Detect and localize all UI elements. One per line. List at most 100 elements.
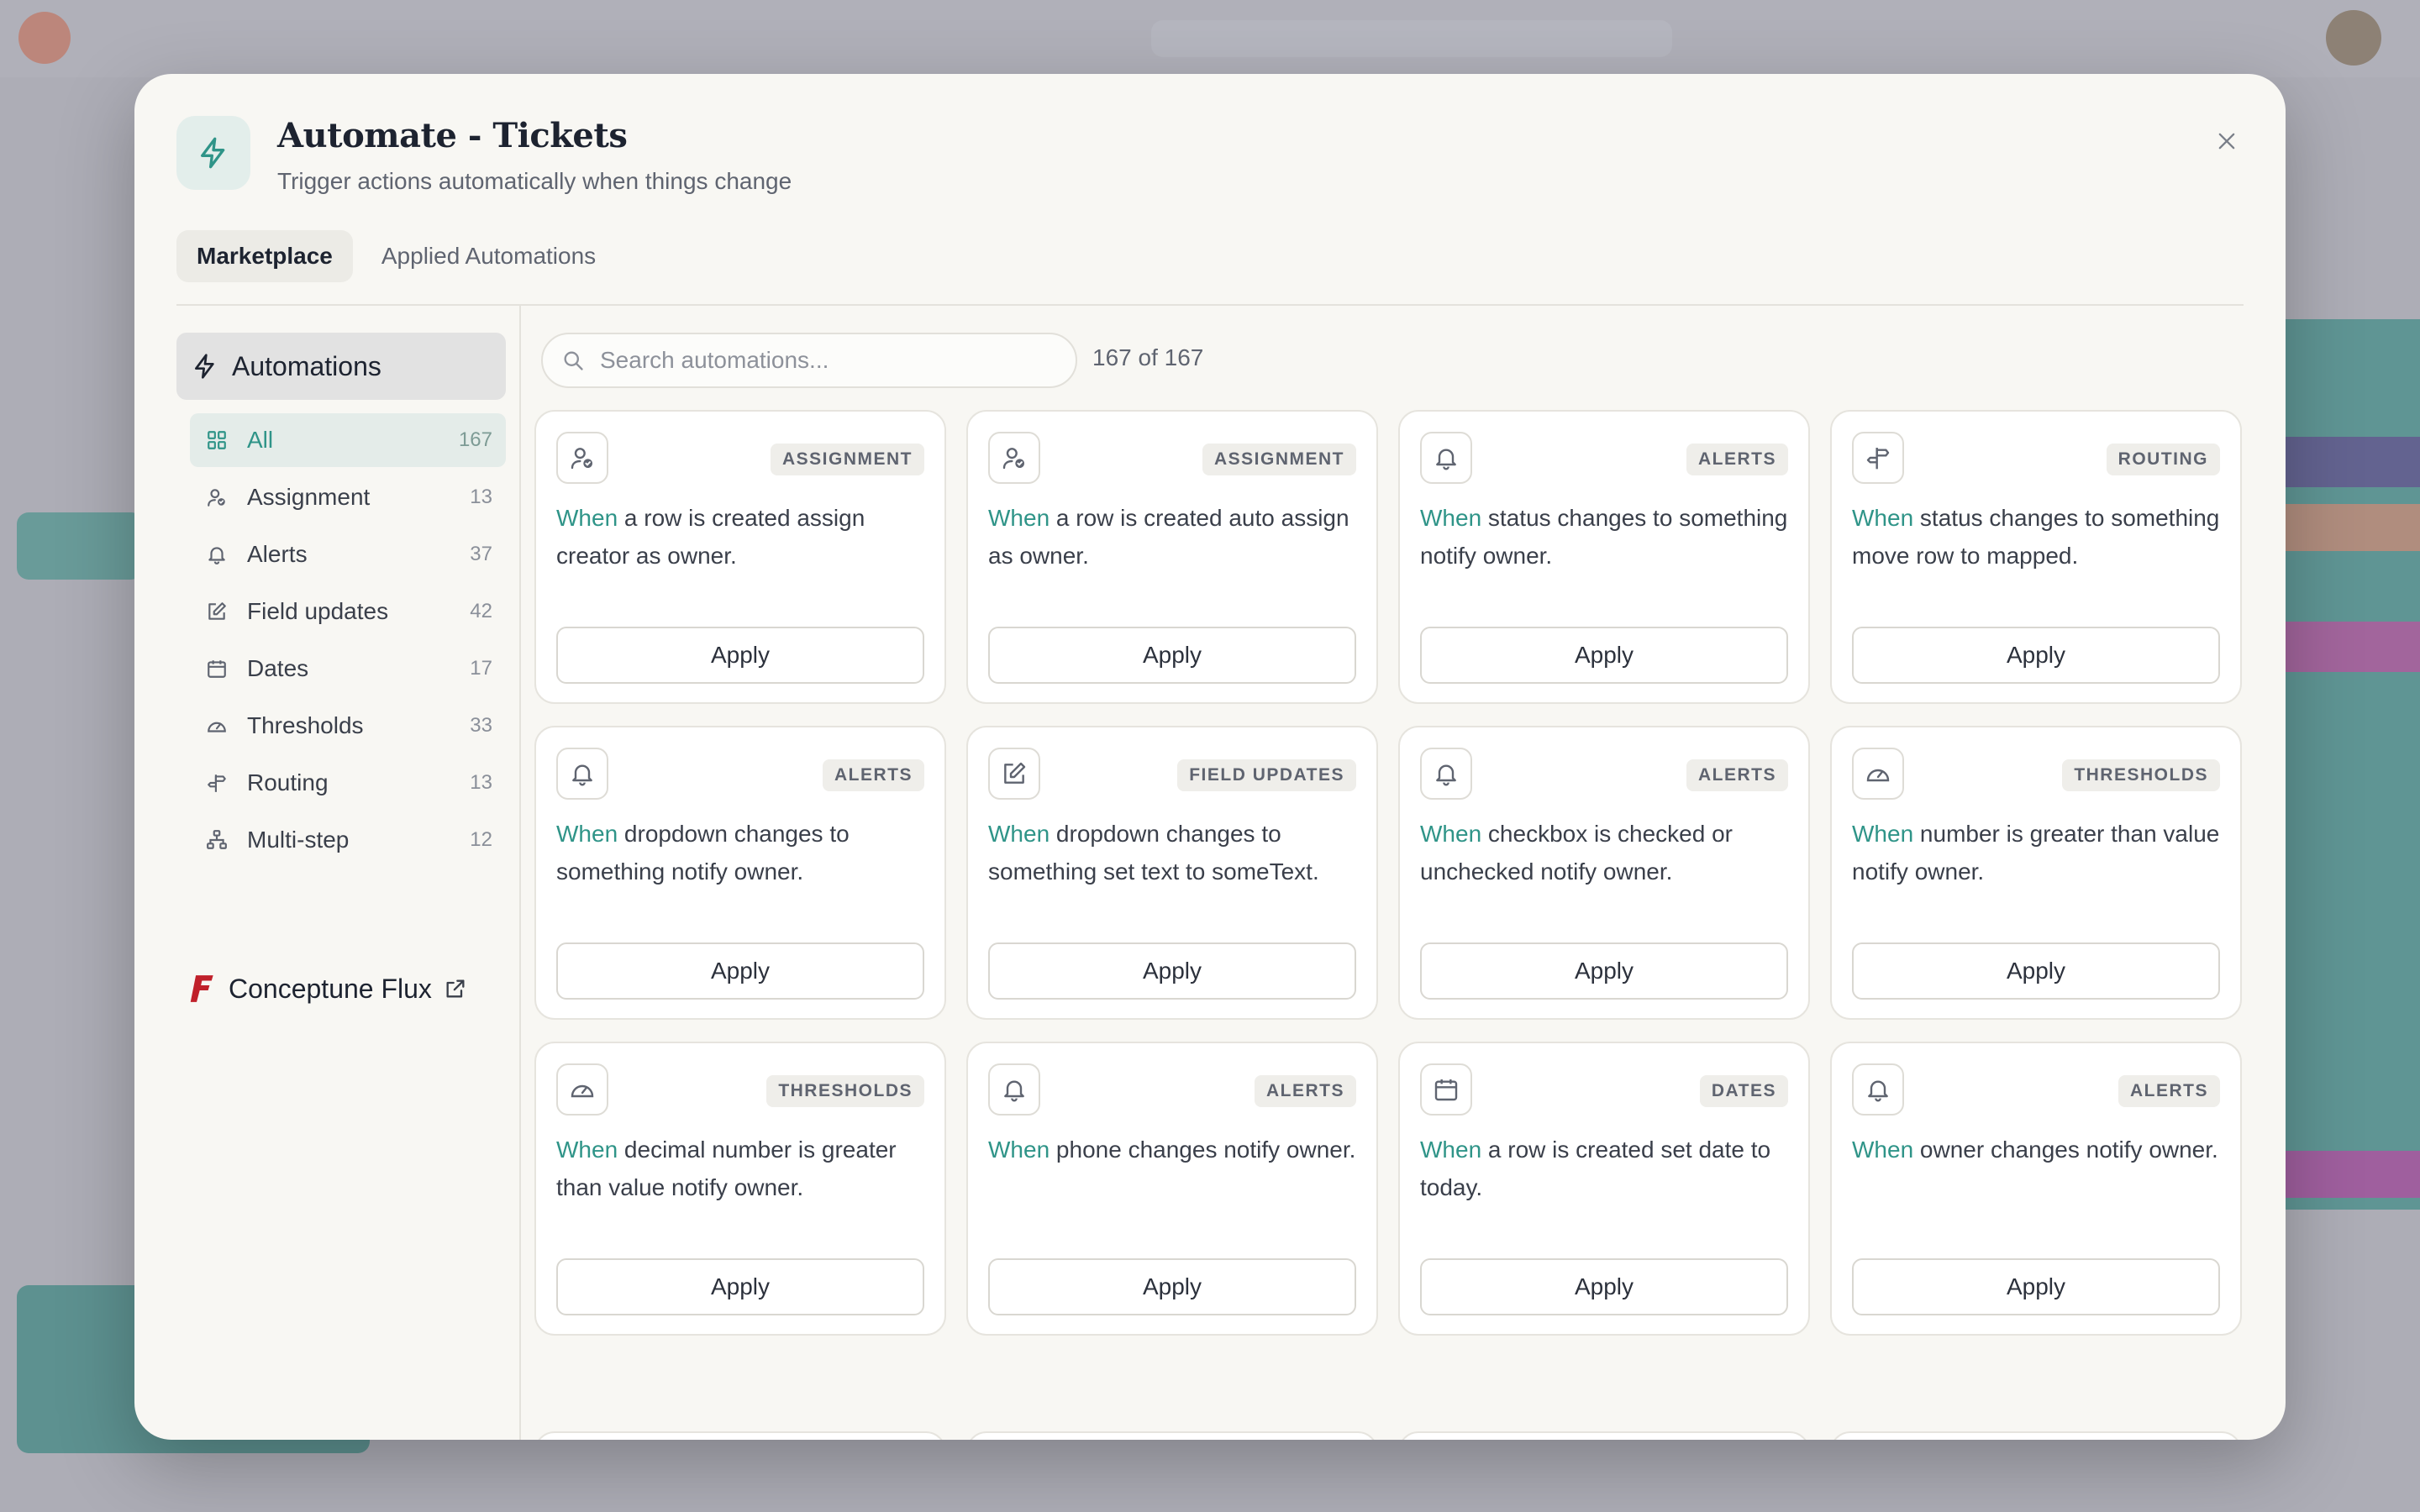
when-keyword: When xyxy=(988,821,1050,847)
edit-icon xyxy=(205,600,229,623)
automation-card: DATES When a row is created set date to … xyxy=(1398,1042,1810,1336)
automation-description: When a row is created auto assign as own… xyxy=(988,499,1358,575)
category-badge: ASSIGNMENT xyxy=(1202,444,1356,475)
automation-card: ALERTS When checkbox is checked or unche… xyxy=(1398,726,1810,1020)
automation-description: When status changes to something move ro… xyxy=(1852,499,2222,575)
sidebar-divider xyxy=(519,306,521,1440)
automation-card: ASSIGNMENT When a row is created auto as… xyxy=(966,410,1378,704)
lightning-icon xyxy=(195,354,214,379)
sidebar-header-automations[interactable]: Automations xyxy=(176,333,506,400)
sidebar-item-count: 17 xyxy=(470,657,492,680)
apply-button[interactable]: Apply xyxy=(1852,942,2220,1000)
apply-button[interactable]: Apply xyxy=(988,627,1356,684)
sidebar-item-assignment[interactable]: Assignment 13 xyxy=(190,470,506,524)
bell-icon xyxy=(556,748,608,800)
sidebar-item-label: Alerts xyxy=(247,541,308,567)
tab-applied-automations[interactable]: Applied Automations xyxy=(361,230,616,282)
sidebar-item-label: Assignment xyxy=(247,484,371,510)
category-badge: ALERTS xyxy=(2118,1075,2220,1107)
external-link-icon xyxy=(446,979,465,998)
when-keyword: When xyxy=(1420,505,1482,531)
brand-link[interactable]: Conceptune Flux xyxy=(188,968,467,1010)
apply-button[interactable]: Apply xyxy=(556,942,924,1000)
brand-logo-icon xyxy=(190,975,213,1002)
automation-card: ROUTING When status changes to something… xyxy=(1830,410,2242,704)
sidebar-item-count: 42 xyxy=(470,600,492,622)
bell-icon xyxy=(1420,748,1472,800)
signpost-icon xyxy=(1852,432,1904,484)
when-keyword: When xyxy=(1852,821,1914,847)
apply-button[interactable]: Apply xyxy=(1420,942,1788,1000)
category-badge: THRESHOLDS xyxy=(2062,759,2220,791)
bell-icon xyxy=(205,543,229,566)
edit-icon xyxy=(988,748,1040,800)
sidebar-item-thresholds[interactable]: Thresholds 33 xyxy=(190,699,506,753)
bell-icon xyxy=(988,1063,1040,1116)
automation-card-partial xyxy=(1398,1431,1810,1440)
calendar-icon xyxy=(205,657,229,680)
category-badge: ASSIGNMENT xyxy=(770,444,924,475)
category-badge: THRESHOLDS xyxy=(766,1075,924,1107)
sidebar-item-alerts[interactable]: Alerts 37 xyxy=(190,528,506,581)
sidebar-item-label: Field updates xyxy=(247,598,389,624)
apply-button[interactable]: Apply xyxy=(1852,627,2220,684)
automation-card: ASSIGNMENT When a row is created assign … xyxy=(534,410,946,704)
sidebar-item-label: All xyxy=(247,427,274,453)
sidebar-header-label: Automations xyxy=(232,350,381,381)
automation-text: owner changes notify owner. xyxy=(1913,1137,2218,1163)
automation-description: When decimal number is greater than valu… xyxy=(556,1131,926,1206)
category-badge: ALERTS xyxy=(1686,759,1788,791)
when-keyword: When xyxy=(1852,1137,1914,1163)
sidebar-item-count: 13 xyxy=(470,486,492,508)
sidebar-item-routing[interactable]: Routing 13 xyxy=(190,756,506,810)
automation-card-partial xyxy=(966,1431,1378,1440)
user-check-icon xyxy=(988,432,1040,484)
apply-button[interactable]: Apply xyxy=(1852,1258,2220,1315)
header-divider xyxy=(176,304,2244,306)
gauge-icon xyxy=(1852,748,1904,800)
automation-description: When owner changes notify owner. xyxy=(1852,1131,2222,1168)
automation-text: phone changes notify owner. xyxy=(1050,1137,1356,1163)
sidebar-item-all[interactable]: All 167 xyxy=(190,413,506,467)
signpost-icon xyxy=(205,771,229,795)
tab-marketplace[interactable]: Marketplace xyxy=(176,230,353,282)
sidebar-item-label: Dates xyxy=(247,655,309,681)
sidebar-item-count: 13 xyxy=(470,771,492,794)
sidebar-item-dates[interactable]: Dates 17 xyxy=(190,642,506,696)
result-count: 167 of 167 xyxy=(1092,344,1204,370)
category-badge: ALERTS xyxy=(1686,444,1788,475)
automation-grid: ASSIGNMENT When a row is created assign … xyxy=(534,410,2244,1440)
category-badge: ALERTS xyxy=(823,759,924,791)
apply-button[interactable]: Apply xyxy=(988,1258,1356,1315)
when-keyword: When xyxy=(1420,1137,1482,1163)
apply-button[interactable]: Apply xyxy=(988,942,1356,1000)
apply-button[interactable]: Apply xyxy=(1420,1258,1788,1315)
user-check-icon xyxy=(556,432,608,484)
gauge-icon xyxy=(205,714,229,738)
apply-button[interactable]: Apply xyxy=(556,627,924,684)
automation-description: When checkbox is checked or unchecked no… xyxy=(1420,815,1790,890)
sidebar-item-label: Thresholds xyxy=(247,712,364,738)
modal-subtitle: Trigger actions automatically when thing… xyxy=(277,168,792,194)
close-button[interactable] xyxy=(2203,118,2250,165)
automation-card: THRESHOLDS When decimal number is greate… xyxy=(534,1042,946,1336)
sidebar-item-count: 167 xyxy=(458,428,492,451)
grid-icon xyxy=(205,428,229,452)
search-box[interactable] xyxy=(541,333,1077,388)
bell-icon xyxy=(1852,1063,1904,1116)
automation-card-partial xyxy=(534,1431,946,1440)
user-check-icon xyxy=(205,486,229,509)
sidebar-item-field-updates[interactable]: Field updates 42 xyxy=(190,585,506,638)
sidebar-item-count: 37 xyxy=(470,543,492,565)
sidebar-item-multi-step[interactable]: Multi-step 12 xyxy=(190,813,506,867)
automation-description: When a row is created assign creator as … xyxy=(556,499,926,575)
sidebar-item-count: 12 xyxy=(470,828,492,851)
automation-card: ALERTS When dropdown changes to somethin… xyxy=(534,726,946,1020)
apply-button[interactable]: Apply xyxy=(1420,627,1788,684)
brand-name: Conceptune Flux xyxy=(229,973,432,1004)
automation-card: ALERTS When status changes to something … xyxy=(1398,410,1810,704)
category-badge: FIELD UPDATES xyxy=(1177,759,1356,791)
search-input[interactable] xyxy=(598,346,1076,375)
apply-button[interactable]: Apply xyxy=(556,1258,924,1315)
modal-title: Automate - Tickets xyxy=(277,116,628,155)
